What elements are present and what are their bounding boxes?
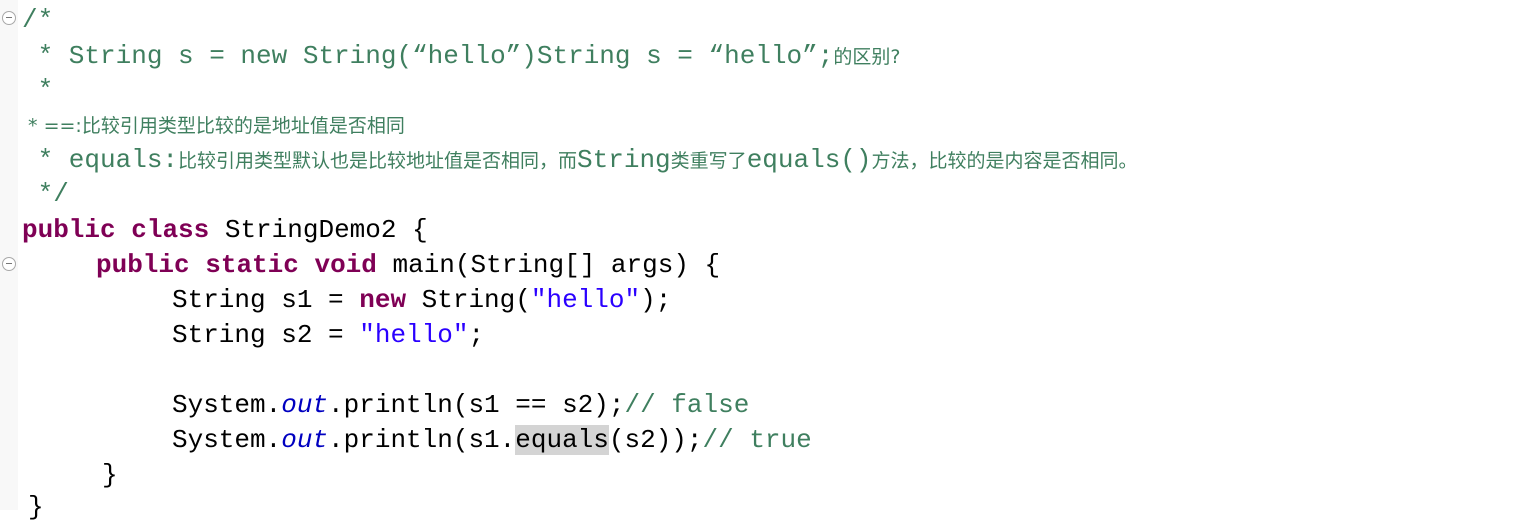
comment-line-4: * equals:比较引用类型默认也是比较地址值是否相同，而String类重写了… — [22, 145, 1138, 175]
fold-collapse-icon[interactable] — [2, 11, 16, 25]
method-close-brace: } — [102, 460, 118, 490]
class-close-brace: } — [28, 492, 44, 522]
highlighted-occurrence: equals — [515, 425, 609, 455]
comment-open: /* — [22, 5, 54, 35]
print-equality-line: System.out.println(s1 == s2);// false — [172, 390, 750, 420]
s2-declaration: String s2 = "hello"; — [172, 320, 485, 350]
comment-line-3: * ==:比较引用类型比较的是地址值是否相同 — [22, 115, 405, 137]
comment-close: */ — [22, 179, 69, 209]
main-method-declaration: public static void main(String[] args) { — [96, 250, 721, 280]
print-equals-line: System.out.println(s1.equals(s2));// tru… — [172, 425, 812, 455]
editor-gutter — [0, 0, 18, 510]
class-declaration: public class StringDemo2 { — [22, 215, 428, 245]
comment-line-2: * — [22, 75, 54, 105]
fold-collapse-icon[interactable] — [2, 257, 16, 271]
comment-line-1: * String s = new String(“hello”)String s… — [22, 41, 901, 71]
s1-declaration: String s1 = new String("hello"); — [172, 285, 672, 315]
code-editor[interactable]: /* * String s = new String(“hello”)Strin… — [22, 0, 1516, 522]
